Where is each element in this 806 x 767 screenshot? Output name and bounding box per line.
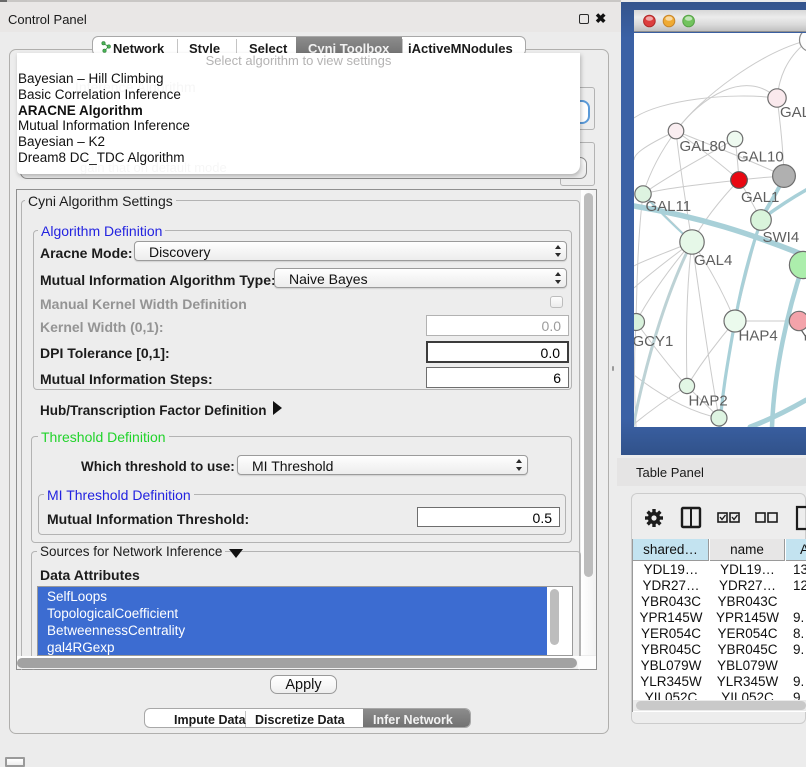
svg-text:GAL1: GAL1	[741, 189, 779, 206]
svg-text:Y: Y	[801, 328, 806, 345]
svg-text:HAP4: HAP4	[739, 328, 778, 345]
svg-text:GAL2: GAL2	[780, 104, 806, 121]
svg-text:GAL80: GAL80	[680, 138, 727, 155]
svg-text:SWI4: SWI4	[763, 229, 800, 246]
svg-text:GAL11: GAL11	[646, 198, 692, 215]
svg-text:GAL4: GAL4	[694, 252, 732, 269]
svg-text:GAL10: GAL10	[737, 149, 784, 166]
svg-text:HAP2: HAP2	[689, 393, 728, 410]
svg-text:GCY1: GCY1	[634, 333, 673, 350]
